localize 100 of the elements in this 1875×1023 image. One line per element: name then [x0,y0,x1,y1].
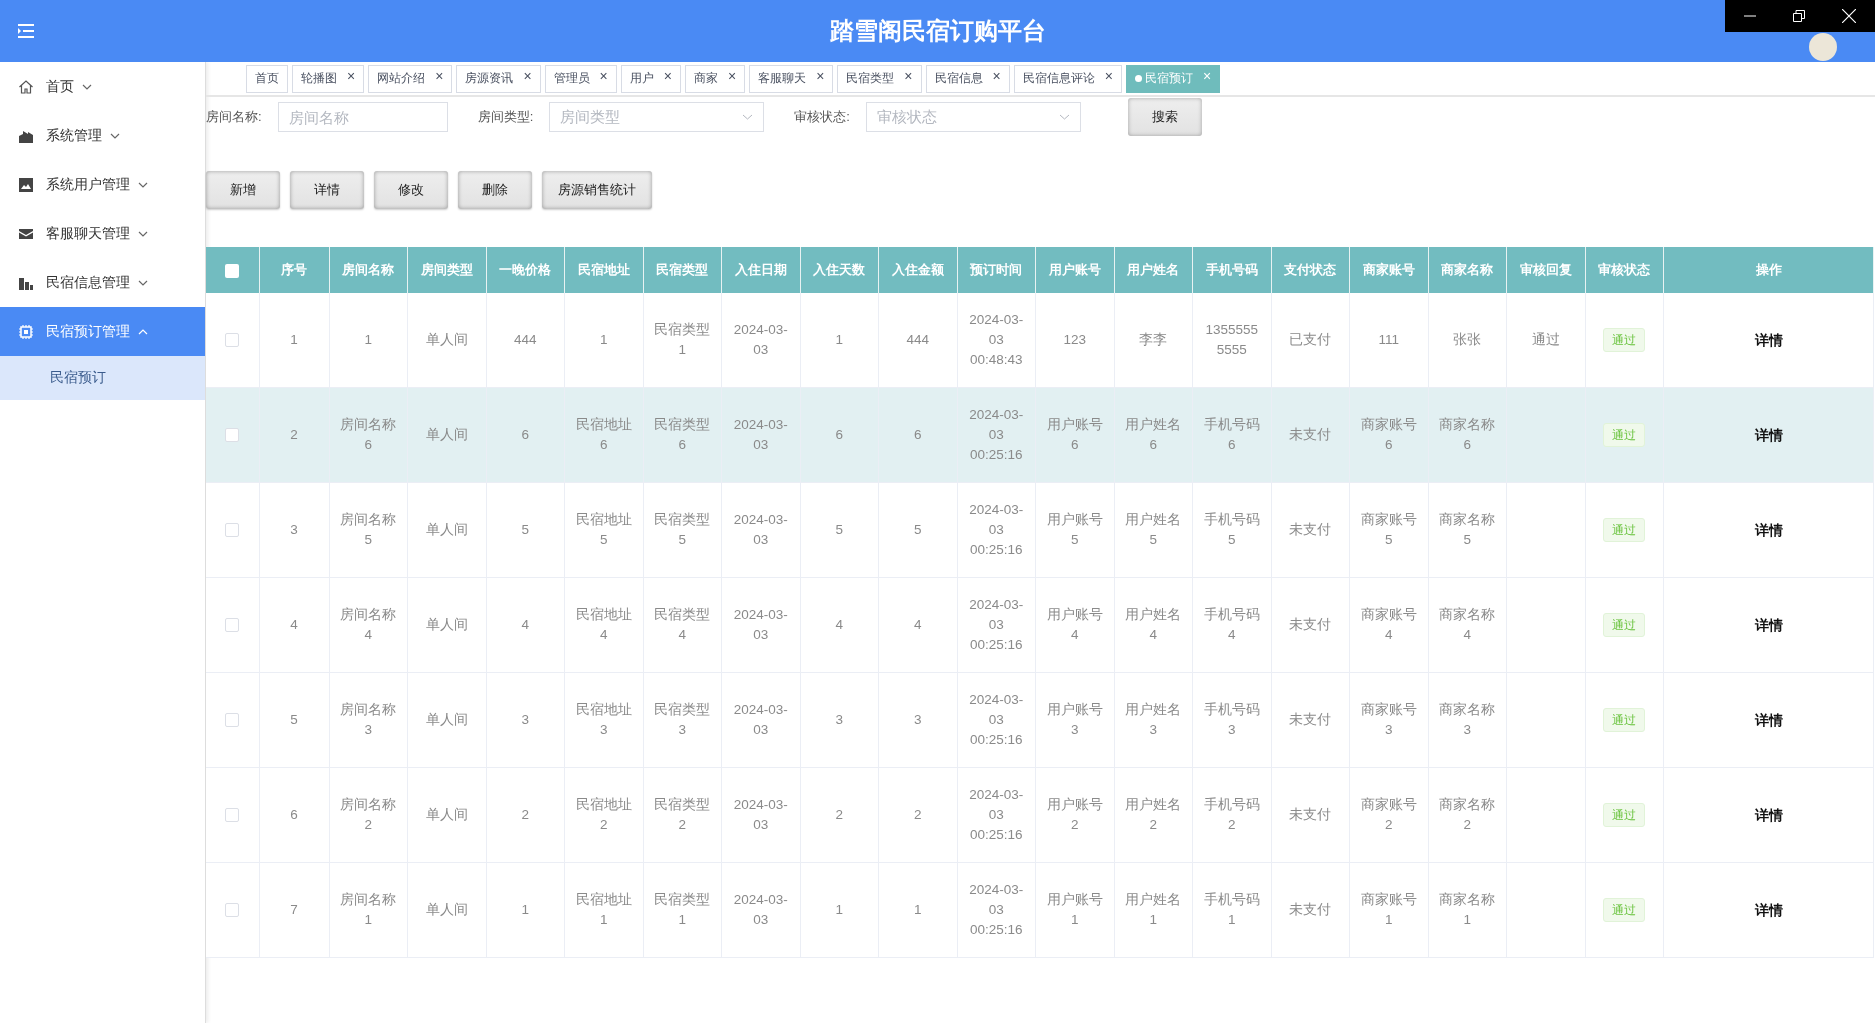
row-checkbox[interactable] [225,618,240,633]
table-cell: 民宿地址3 [564,672,643,768]
table-cell: 民宿地址5 [564,482,643,578]
table-cell: 2024-03-03 00:25:16 [957,387,1036,483]
table-cell: 单人间 [407,293,486,388]
column-header: 民宿类型 [643,247,722,293]
table-cell: 用户姓名6 [1114,387,1193,483]
table-cell: 手机号码4 [1192,577,1271,673]
tab-close[interactable]: × [816,68,825,83]
tab[interactable]: 管理员 × [544,64,617,93]
tab-close[interactable]: × [523,68,532,83]
detail-link[interactable]: 详情 [1754,616,1783,633]
tab-close[interactable]: × [1104,68,1113,83]
table-cell: 商家账号3 [1349,672,1428,768]
tab[interactable]: 用户 × [620,64,681,93]
row-checkbox[interactable] [225,808,240,823]
tab-close[interactable]: × [992,68,1001,83]
detail-link[interactable]: 详情 [1754,806,1783,823]
image-icon [18,176,34,193]
sidebar-item[interactable]: 民宿信息管理 [0,258,205,307]
tab[interactable]: 民宿信息评论 × [1013,64,1122,93]
table-cell: 2 [259,387,329,483]
column-header: 预订时间 [957,247,1036,293]
avatar[interactable] [1809,33,1837,61]
column-header: 入住金额 [878,247,957,293]
table-cell: 1 [329,293,408,388]
chevron-down-icon [138,279,148,286]
status-tag: 通过 [1603,613,1646,637]
table-cell: 用户账号3 [1035,672,1114,768]
action-button[interactable]: 详情 [290,171,364,209]
tab-close[interactable]: × [663,68,672,83]
table-cell: 13555555555 [1192,293,1271,388]
row-checkbox[interactable] [225,903,240,918]
status-tag: 通过 [1603,803,1646,827]
input-field[interactable]: 房间名称 [277,102,448,132]
table-cell: 民宿地址1 [564,862,643,958]
table-cell: 房间名称5 [329,482,408,578]
sidebar-item[interactable]: 系统管理 [0,111,205,160]
tab-close[interactable]: × [599,68,608,83]
table-cell: 商家名称6 [1428,387,1507,483]
table-cell: 房间名称2 [329,767,408,863]
tab-close[interactable]: × [727,68,737,83]
table-cell: 未支付 [1271,862,1350,958]
action-button[interactable]: 房源销售统计 [542,171,652,209]
row-checkbox[interactable] [225,333,240,348]
sidebar-item[interactable]: 首页 [0,62,205,111]
sidebar-subitem[interactable]: 民宿预订 [0,356,205,400]
table-cell: 未支付 [1271,482,1350,578]
table-cell: 2024-03-03 [721,482,800,578]
table-cell: 民宿类型4 [643,577,722,673]
tab[interactable]: 民宿类型 × [837,64,922,93]
table-cell: 444 [878,293,957,388]
table-cell: 手机号码2 [1192,767,1271,863]
close-icon[interactable] [1842,9,1857,23]
row-checkbox[interactable] [225,523,240,538]
table-cell: 商家账号5 [1349,482,1428,578]
sidebar-item[interactable]: 客服聊天管理 [0,209,205,258]
status-tag: 通过 [1603,708,1646,732]
tab[interactable]: 民宿信息 × [925,64,1010,93]
table-cell: 民宿地址2 [564,767,643,863]
table-cell: 2 [486,767,565,863]
tab-close[interactable]: × [347,68,356,83]
tab[interactable]: 轮播图 × [292,64,365,93]
detail-link[interactable]: 详情 [1754,901,1783,918]
tab-close[interactable]: × [904,68,913,83]
action-button[interactable]: 修改 [374,171,448,209]
row-checkbox[interactable] [225,428,240,443]
row-checkbox[interactable] [225,713,240,728]
detail-link[interactable]: 详情 [1754,331,1783,348]
table-cell: 商家账号4 [1349,577,1428,673]
action-button[interactable]: 新增 [206,171,280,209]
tab[interactable]: 房源资讯 × [456,64,541,93]
tab[interactable]: 首页 [246,64,288,93]
table-cell: 商家账号6 [1349,387,1428,483]
restore-icon[interactable] [1793,10,1805,22]
table-cell: 单人间 [407,577,486,673]
active-dot [1134,75,1142,82]
column-header: 入住天数 [800,247,879,293]
detail-link[interactable]: 详情 [1754,426,1783,443]
minimize-icon[interactable] [1743,15,1756,17]
tab-close[interactable]: × [435,68,444,83]
tab[interactable]: 商家 × [684,64,746,93]
detail-link[interactable]: 详情 [1754,521,1783,538]
menu-icon[interactable] [17,23,35,39]
status-tag: 通过 [1603,423,1646,447]
action-button[interactable]: 删除 [458,171,532,209]
table-cell: 3 [878,672,957,768]
table-cell: 111 [1349,293,1428,388]
select-all-checkbox[interactable] [225,263,240,278]
table-cell: 6 [800,387,879,483]
search-button[interactable]: 搜索 [1127,98,1202,136]
detail-link[interactable]: 详情 [1754,711,1783,728]
table-cell: 单人间 [407,387,486,483]
table-cell: 2024-03-03 [721,672,800,768]
sidebar-item[interactable]: 系统用户管理 [0,160,205,209]
table-cell: 2024-03-03 [721,387,800,483]
table-cell: 123 [1035,293,1114,388]
table-cell: 7 [259,862,329,958]
tab[interactable]: 网站介绍 × [368,64,453,93]
tab[interactable]: 客服聊天 × [749,64,834,93]
